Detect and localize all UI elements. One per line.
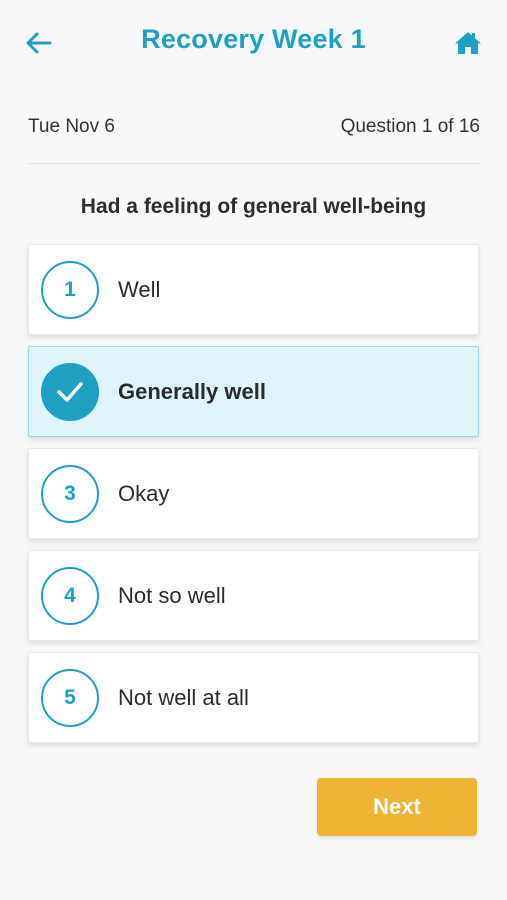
option-label: Well xyxy=(118,276,161,302)
option-label: Not so well xyxy=(118,582,226,608)
meta-row: Tue Nov 6 Question 1 of 16 xyxy=(28,112,480,142)
option-well[interactable]: 1 Well xyxy=(28,244,479,335)
option-number-badge: 5 xyxy=(41,669,99,727)
option-okay[interactable]: 3 Okay xyxy=(28,448,479,539)
question-text: Had a feeling of general well-being xyxy=(80,195,427,218)
next-button[interactable]: Next xyxy=(317,778,477,836)
option-not-well-at-all[interactable]: 5 Not well at all xyxy=(28,652,479,743)
option-number-badge: 1 xyxy=(41,261,99,319)
survey-screen: Recovery Week 1 Tue Nov 6 Question 1 of … xyxy=(0,0,507,900)
option-label: Okay xyxy=(118,480,170,506)
option-number-badge: 3 xyxy=(41,465,99,523)
option-not-so-well[interactable]: 4 Not so well xyxy=(28,550,479,641)
option-label: Not well at all xyxy=(118,684,249,710)
divider xyxy=(28,163,480,164)
header: Recovery Week 1 xyxy=(0,0,507,86)
option-generally-well[interactable]: Generally well xyxy=(28,346,479,437)
options-list: 1 Well Generally well 3 Okay 4 Not so we… xyxy=(28,244,479,754)
page-title: Recovery Week 1 xyxy=(141,24,366,54)
option-label: Generally well xyxy=(118,378,266,404)
question-progress: Question 1 of 16 xyxy=(340,116,480,137)
option-number-badge: 4 xyxy=(41,567,99,625)
home-icon xyxy=(455,32,481,54)
date-label: Tue Nov 6 xyxy=(28,116,115,137)
checkmark-icon xyxy=(41,363,99,421)
home-button[interactable] xyxy=(451,26,485,60)
